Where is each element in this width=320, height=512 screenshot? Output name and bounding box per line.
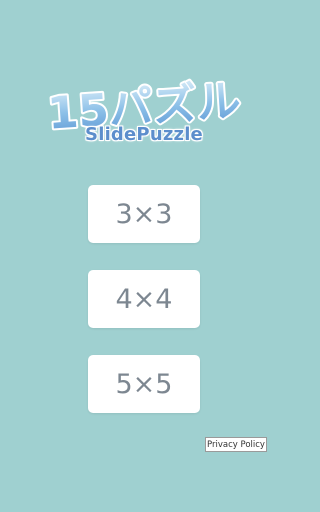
size-3x3-button[interactable]: 3×3: [88, 185, 200, 243]
logo-subtitle: SlidePuzzle: [85, 124, 203, 145]
privacy-policy-button[interactable]: Privacy Policy: [205, 437, 267, 452]
app-logo: 15パズル SlidePuzzle: [0, 68, 288, 158]
size-4x4-button[interactable]: 4×4: [88, 270, 200, 328]
size-5x5-button[interactable]: 5×5: [88, 355, 200, 413]
